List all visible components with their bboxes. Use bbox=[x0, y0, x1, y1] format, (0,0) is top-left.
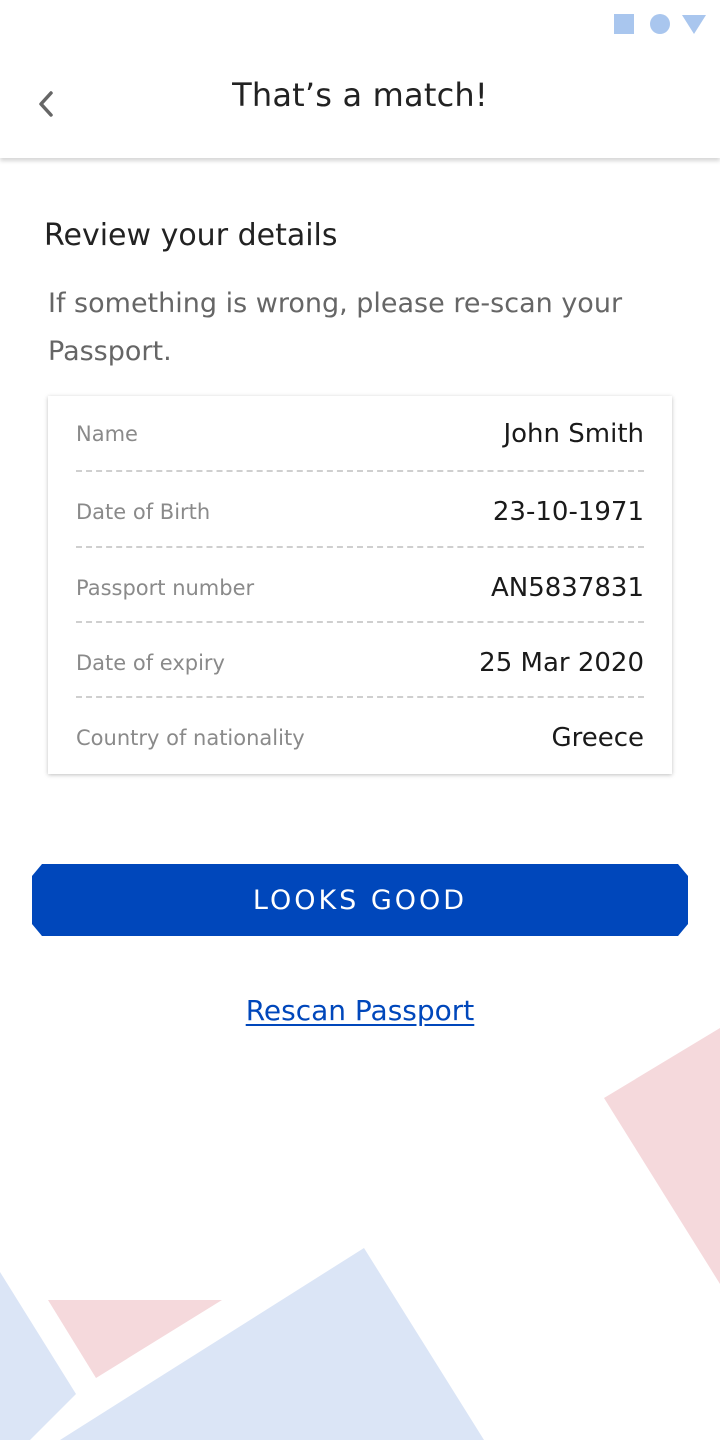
detail-row-name: Name John Smith bbox=[76, 414, 644, 454]
detail-row-passport-number: Passport number AN5837831 bbox=[76, 568, 644, 608]
detail-value: Greece bbox=[551, 723, 644, 753]
detail-value: 25 Mar 2020 bbox=[479, 648, 644, 678]
divider bbox=[76, 470, 644, 472]
rescan-passport-link[interactable]: Rescan Passport bbox=[0, 994, 720, 1027]
divider bbox=[76, 696, 644, 698]
detail-label: Date of Birth bbox=[76, 500, 211, 524]
page-title: That’s a match! bbox=[232, 76, 488, 114]
section-title: Review your details bbox=[44, 218, 338, 253]
detail-label: Country of nationality bbox=[76, 726, 305, 750]
square-icon bbox=[614, 14, 634, 34]
looks-good-button[interactable]: LOOKS GOOD bbox=[32, 864, 688, 936]
section-subtitle: If something is wrong, please re-scan yo… bbox=[48, 288, 623, 367]
detail-label: Name bbox=[76, 422, 138, 446]
app-bar: That’s a match! bbox=[0, 0, 720, 158]
detail-value: John Smith bbox=[503, 419, 644, 449]
detail-row-date-of-expiry: Date of expiry 25 Mar 2020 bbox=[76, 643, 644, 683]
divider bbox=[76, 621, 644, 623]
detail-label: Date of expiry bbox=[76, 651, 225, 675]
detail-label: Passport number bbox=[76, 576, 255, 600]
details-card: Name John Smith Date of Birth 23-10-1971… bbox=[48, 396, 672, 774]
detail-row-date-of-birth: Date of Birth 23-10-1971 bbox=[76, 492, 644, 532]
main-content: Review your details If something is wron… bbox=[0, 0, 720, 1440]
divider bbox=[76, 546, 644, 548]
circle-icon bbox=[650, 14, 670, 34]
screen: That’s a match! Review your details If s… bbox=[0, 0, 720, 1440]
detail-value: AN5837831 bbox=[490, 573, 644, 603]
detail-value: 23-10-1971 bbox=[492, 497, 644, 527]
triangle-icon bbox=[682, 15, 706, 34]
status-bar bbox=[0, 0, 720, 44]
detail-row-country-of-nationality: Country of nationality Greece bbox=[76, 718, 644, 758]
